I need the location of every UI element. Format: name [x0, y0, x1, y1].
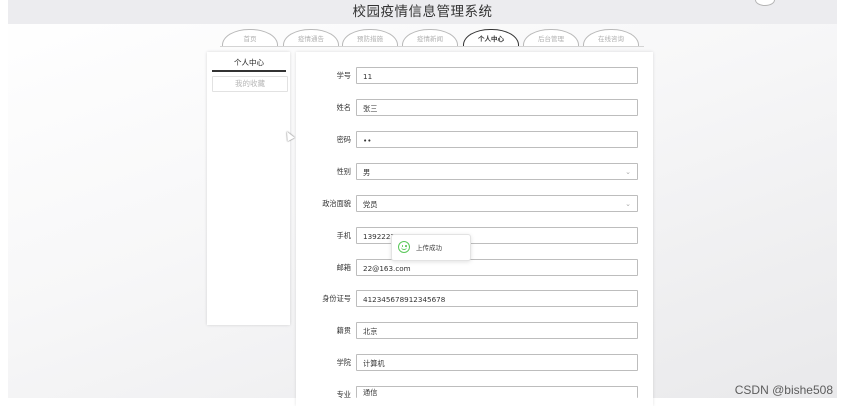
id-card-field[interactable]: 412345678912345678 [356, 290, 638, 307]
gender-label: 性别 [336, 167, 351, 176]
student-id-label: 学号 [336, 71, 351, 80]
name-field[interactable]: 张三 [356, 99, 638, 116]
gender-select[interactable]: 男 ⌄ [356, 163, 638, 180]
password-label: 密码 [336, 135, 351, 144]
email-label: 邮箱 [336, 263, 351, 272]
college-label: 学院 [336, 358, 351, 367]
name-label: 姓名 [336, 103, 351, 112]
email-field[interactable]: 22@163.com [356, 259, 638, 276]
hometown-field[interactable]: 北京 [356, 322, 638, 339]
political-status-label: 政治面貌 [322, 199, 351, 208]
toast-message: 上传成功 [416, 244, 442, 252]
chevron-down-icon: ⌄ [625, 168, 631, 176]
hometown-label: 籍贯 [336, 326, 351, 335]
political-status-value: 党员 [363, 200, 378, 209]
app-title: 校园疫情信息管理系统 [352, 4, 493, 20]
major-field[interactable]: 通信 [356, 386, 638, 398]
id-card-label: 身份证号 [322, 294, 351, 303]
chevron-down-icon: ⌄ [625, 200, 631, 208]
student-id-field[interactable]: 11 [356, 67, 638, 84]
sidebar-item-personal-center[interactable]: 个人中心 [212, 56, 286, 72]
major-label: 专业 [336, 390, 351, 399]
college-field[interactable]: 计算机 [356, 354, 638, 371]
watermark: CSDN @bishe508 [734, 383, 833, 397]
sidebar: 个人中心 我的收藏 [207, 52, 290, 325]
sidebar-item-favorites[interactable]: 我的收藏 [212, 76, 288, 92]
gender-value: 男 [363, 168, 371, 177]
password-field[interactable]: •• [356, 131, 638, 148]
upload-success-toast: 上传成功 [391, 234, 471, 261]
smile-icon [398, 241, 410, 253]
app-header: 校园疫情信息管理系统 [8, 0, 837, 24]
political-status-select[interactable]: 党员 ⌄ [356, 195, 638, 212]
phone-label: 手机 [336, 231, 351, 240]
